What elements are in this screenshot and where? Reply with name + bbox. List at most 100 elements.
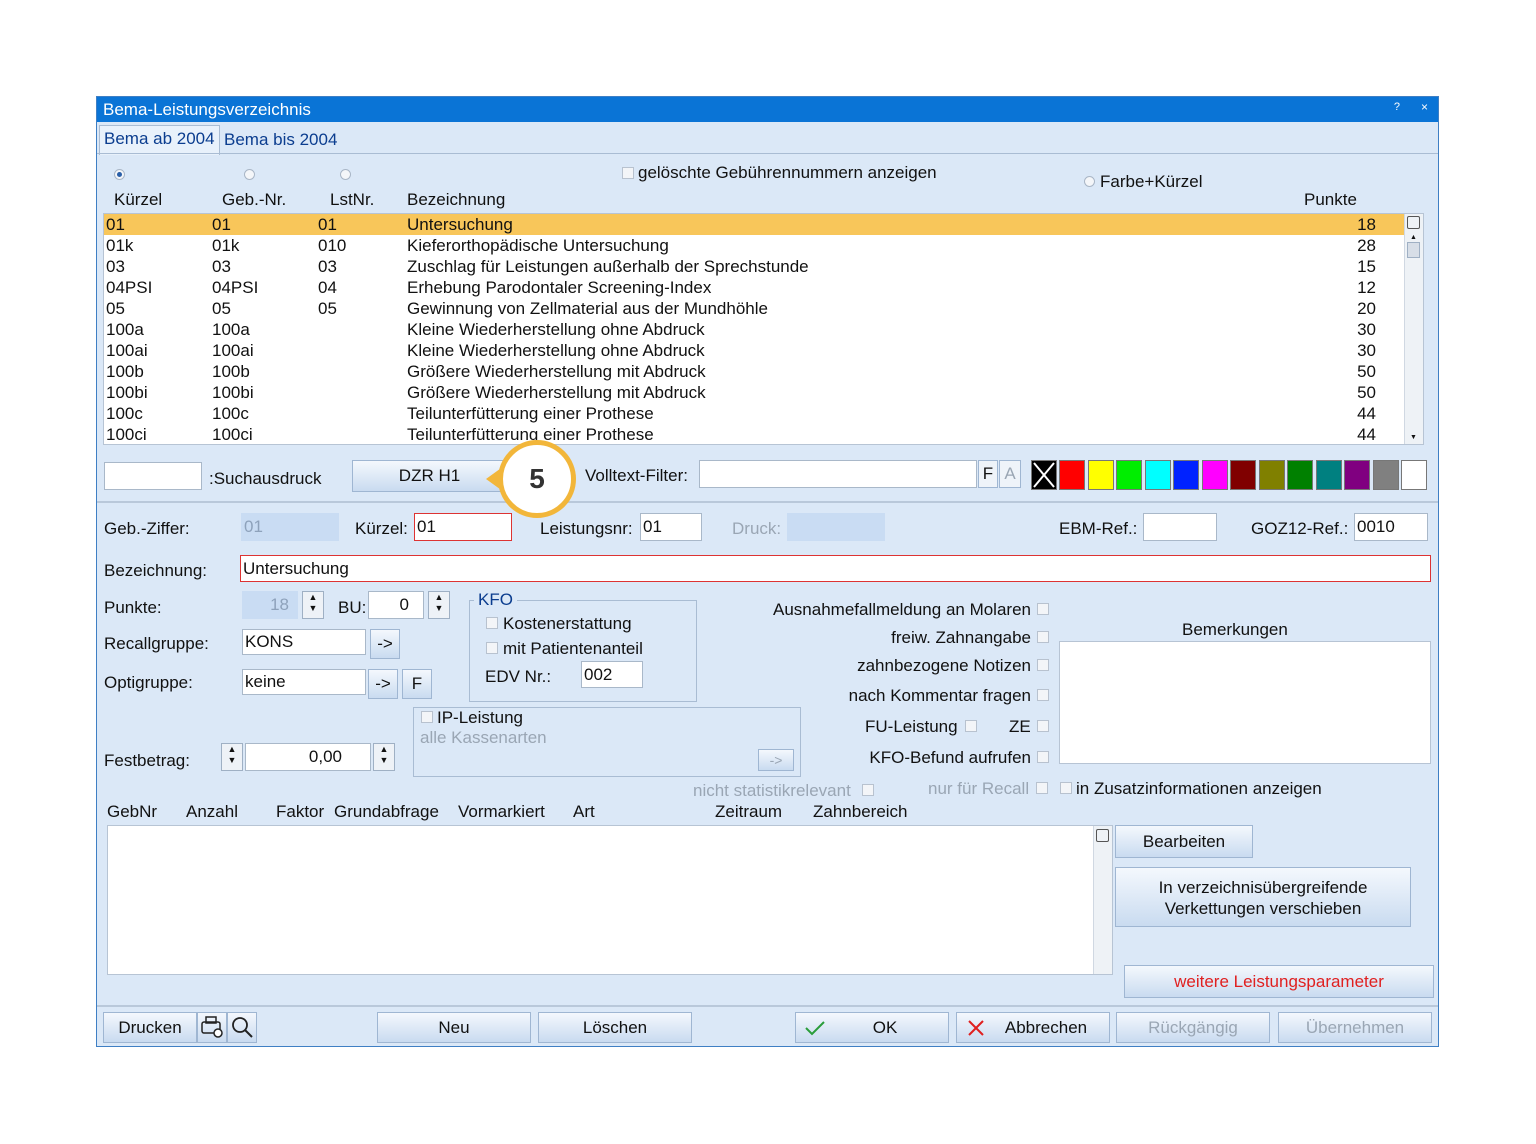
swatch-white[interactable] (1401, 460, 1427, 490)
nicht-stat-checkbox[interactable] (862, 784, 874, 796)
dzr-h1-button[interactable]: DZR H1 (352, 460, 507, 492)
opti-f-button[interactable]: F (402, 669, 432, 699)
header-geb-nr[interactable]: Geb.-Nr. (222, 190, 286, 210)
service-list[interactable]: 01 01 01 Untersuchung 18 01k 01k 010 Kie… (103, 213, 1424, 445)
festbetrag-spinner-left[interactable]: ▲ ▼ (221, 743, 243, 771)
ze-checkbox[interactable] (1037, 720, 1049, 732)
festbetrag-spinner-right[interactable]: ▲ ▼ (373, 743, 395, 771)
ebm-field[interactable] (1143, 513, 1217, 541)
table-row[interactable]: 100bi 100bi Größere Wiederherstellung mi… (104, 382, 1404, 403)
ausnahme-checkbox[interactable] (1037, 603, 1049, 615)
abbrechen-button[interactable]: Abbrechen (956, 1012, 1110, 1043)
header-art[interactable]: Art (573, 802, 595, 822)
linked-services-list[interactable] (107, 825, 1113, 975)
nur-recall-checkbox[interactable] (1036, 782, 1048, 794)
header-zahnbereich[interactable]: Zahnbereich (813, 802, 908, 822)
goz-field[interactable] (1354, 513, 1428, 541)
freiw-checkbox[interactable] (1037, 631, 1049, 643)
bu-spinner[interactable]: ▲ ▼ (428, 591, 450, 619)
swatch-maroon[interactable] (1230, 460, 1256, 490)
volltext-f-button[interactable]: F (978, 460, 998, 488)
table-row[interactable]: 03 03 03 Zuschlag für Leistungen außerha… (104, 256, 1404, 277)
rueckgaengig-button[interactable]: Rückgängig (1116, 1012, 1270, 1043)
drucken-button[interactable]: Drucken (103, 1012, 197, 1043)
table-row[interactable]: 100b 100b Größere Wiederherstellung mit … (104, 361, 1404, 382)
swatch-red[interactable] (1059, 460, 1085, 490)
ip-arrow-button[interactable]: -> (758, 749, 794, 771)
swatch-darkgreen[interactable] (1287, 460, 1313, 490)
swatch-black[interactable] (1031, 460, 1057, 490)
header-grundabfrage[interactable]: Grundabfrage (334, 802, 439, 822)
leistungsnr-field[interactable] (640, 513, 702, 541)
radio-geb-nr[interactable] (244, 169, 255, 180)
opti-arrow-button[interactable]: -> (368, 669, 398, 699)
tab-bema-ab-2004[interactable]: Bema ab 2004 (99, 125, 220, 155)
swatch-magenta[interactable] (1202, 460, 1228, 490)
close-icon[interactable]: × (1421, 100, 1428, 114)
punkte-spinner[interactable]: ▲ ▼ (302, 591, 324, 619)
loeschen-button[interactable]: Löschen (538, 1012, 692, 1043)
table-row[interactable]: 01 01 01 Untersuchung 18 (104, 214, 1404, 235)
tab-bema-bis-2004[interactable]: Bema bis 2004 (224, 130, 337, 154)
bu-field[interactable] (368, 591, 424, 619)
kommentar-checkbox[interactable] (1037, 689, 1049, 701)
swatch-yellow[interactable] (1088, 460, 1114, 490)
scroll-up-icon[interactable]: ▲ (1407, 234, 1420, 242)
uebernehmen-button[interactable]: Übernehmen (1278, 1012, 1432, 1043)
zahnbez-checkbox[interactable] (1037, 659, 1049, 671)
patient-checkbox[interactable] (486, 642, 498, 654)
swatch-gray[interactable] (1373, 460, 1399, 490)
header-zeitraum[interactable]: Zeitraum (715, 802, 782, 822)
volltext-input[interactable] (699, 460, 977, 488)
deleted-checkbox[interactable] (622, 167, 634, 179)
zusatz-checkbox[interactable] (1060, 782, 1072, 794)
radio-lst-nr[interactable] (340, 169, 351, 180)
header-bezeichnung[interactable]: Bezeichnung (407, 190, 505, 210)
kuerzel-field[interactable] (414, 513, 512, 541)
swatch-green[interactable] (1116, 460, 1142, 490)
radio-kuerzel[interactable] (114, 169, 125, 180)
volltext-a-button[interactable]: A (999, 460, 1021, 488)
kosten-checkbox[interactable] (486, 617, 498, 629)
recall-arrow-button[interactable]: -> (370, 629, 400, 659)
weitere-parameter-button[interactable]: weitere Leistungsparameter (1124, 965, 1434, 998)
bearbeiten-button[interactable]: Bearbeiten (1115, 825, 1253, 858)
neu-button[interactable]: Neu (377, 1012, 531, 1043)
print-settings-button[interactable] (197, 1012, 227, 1043)
list-scrollbar[interactable]: ▲ ▼ (1404, 214, 1423, 444)
header-lst-nr[interactable]: LstNr. (330, 190, 374, 210)
table-row[interactable]: 100ai 100ai Kleine Wiederherstellung ohn… (104, 340, 1404, 361)
swatch-cyan[interactable] (1145, 460, 1171, 490)
header-vormarkiert[interactable]: Vormarkiert (458, 802, 545, 822)
header-kuerzel[interactable]: Kürzel (114, 190, 162, 210)
bezeichnung-field[interactable] (240, 555, 1431, 582)
search-input[interactable] (104, 462, 202, 490)
header-gebnr[interactable]: GebNr (107, 802, 157, 822)
fu-checkbox[interactable] (965, 720, 977, 732)
header-anzahl[interactable]: Anzahl (186, 802, 238, 822)
header-faktor[interactable]: Faktor (276, 802, 324, 822)
header-punkte[interactable]: Punkte (1304, 190, 1357, 210)
opti-select[interactable] (242, 669, 366, 695)
swatch-blue[interactable] (1173, 460, 1199, 490)
print-icon[interactable] (1096, 829, 1109, 842)
print-icon[interactable] (1407, 216, 1420, 229)
verkettungen-button[interactable]: In verzeichnisübergreifende Verkettungen… (1115, 867, 1411, 927)
swatch-olive[interactable] (1259, 460, 1285, 490)
swatch-teal[interactable] (1316, 460, 1342, 490)
table-row[interactable]: 100ci 100ci Teilunterfütterung einer Pro… (104, 424, 1404, 444)
scroll-down-icon[interactable]: ▼ (1407, 434, 1420, 442)
help-icon[interactable]: ? (1394, 101, 1400, 113)
edv-field[interactable] (581, 661, 643, 688)
table-row[interactable]: 100a 100a Kleine Wiederherstellung ohne … (104, 319, 1404, 340)
table-row[interactable]: 01k 01k 010 Kieferorthopädische Untersuc… (104, 235, 1404, 256)
festbetrag-field[interactable] (245, 743, 371, 771)
table-row[interactable]: 100c 100c Teilunterfütterung einer Proth… (104, 403, 1404, 424)
kfo-befund-checkbox[interactable] (1037, 751, 1049, 763)
ok-button[interactable]: OK (795, 1012, 949, 1043)
ip-checkbox[interactable] (421, 711, 433, 723)
radio-farbe-kuerzel[interactable] (1084, 176, 1095, 187)
recall-select[interactable] (242, 629, 366, 655)
preview-button[interactable] (227, 1012, 257, 1043)
scroll-thumb[interactable] (1407, 242, 1420, 258)
